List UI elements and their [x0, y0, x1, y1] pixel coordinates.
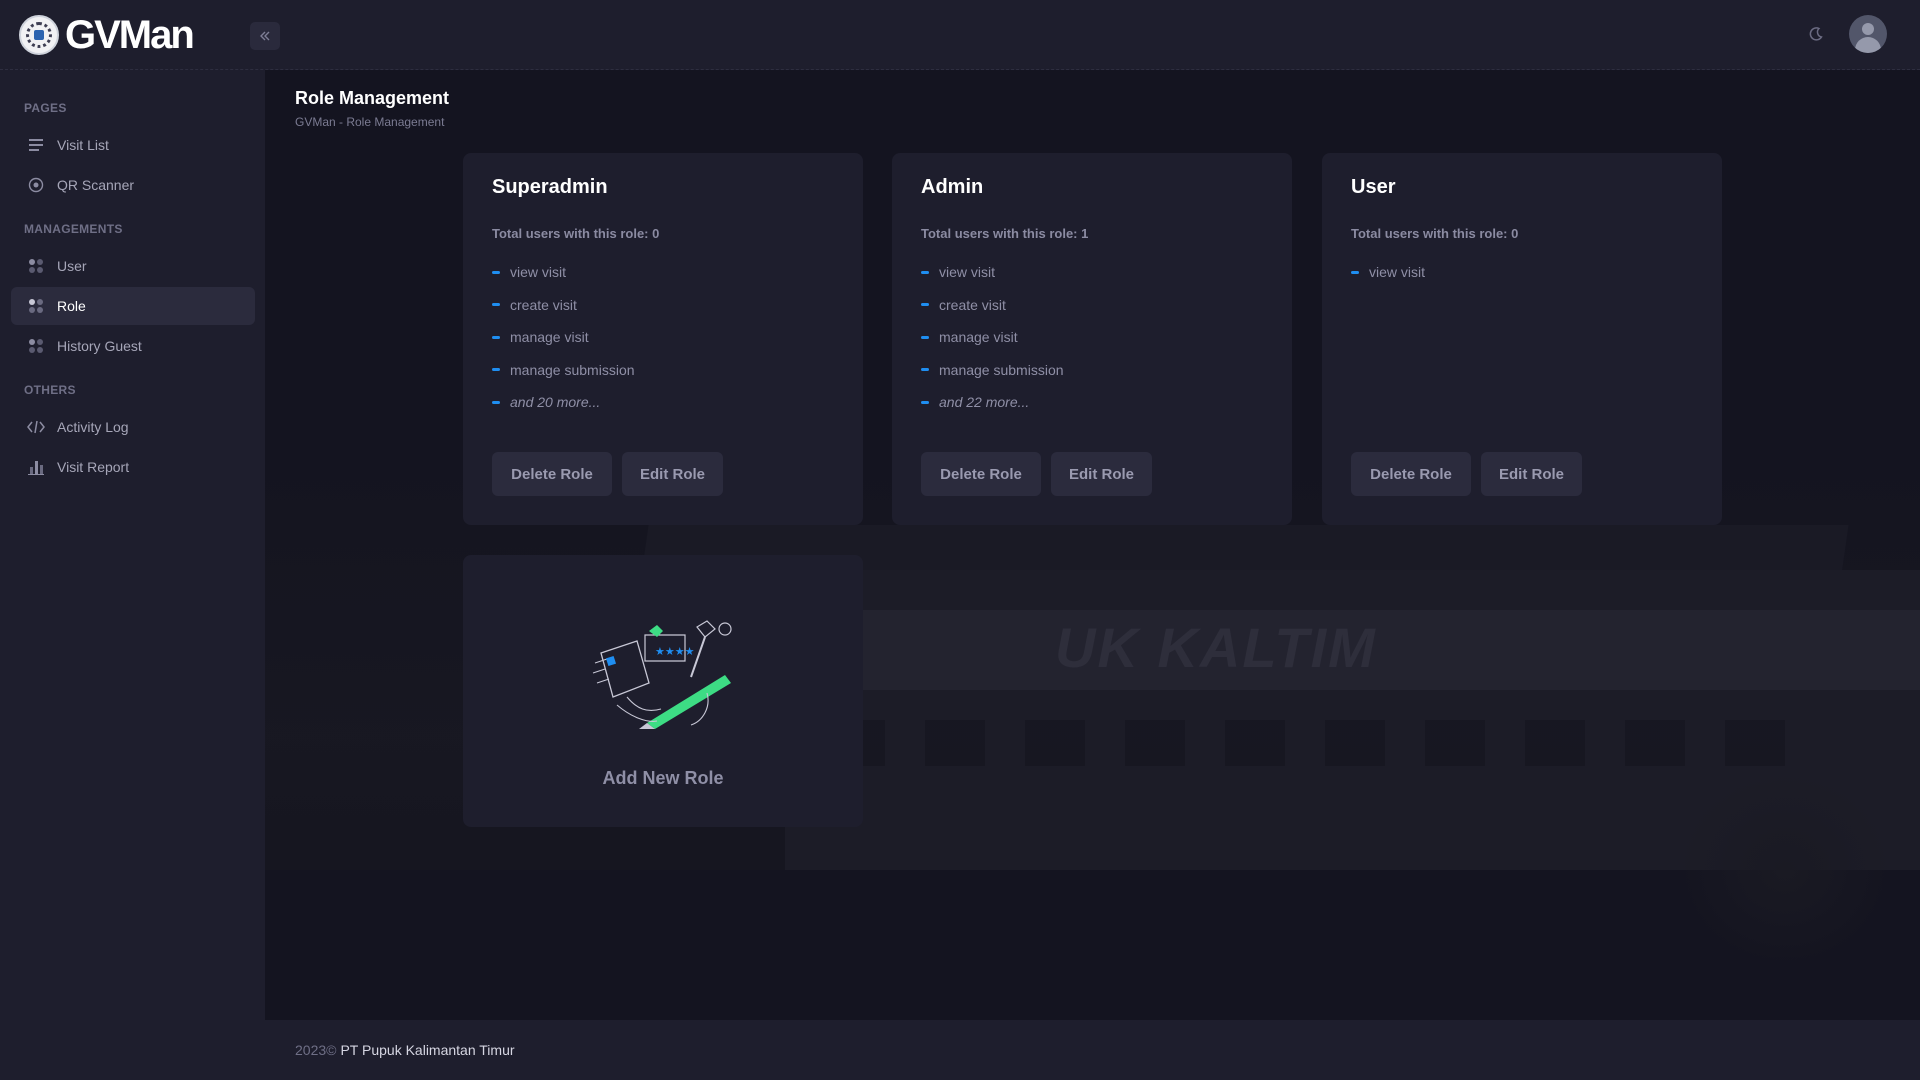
- background-palm: [1675, 770, 1895, 970]
- sidebar-item-label: User: [57, 258, 87, 274]
- permission-item: view visit: [492, 256, 635, 289]
- permission-item: manage submission: [492, 354, 635, 387]
- delete-role-button[interactable]: Delete Role: [1351, 452, 1471, 496]
- delete-role-button[interactable]: Delete Role: [492, 452, 612, 496]
- permission-item: create visit: [921, 289, 1064, 322]
- sidebar-item-label: Activity Log: [57, 419, 129, 435]
- sidebar-section-pages: PAGES: [24, 101, 67, 115]
- sidebar-item-label: Visit List: [57, 137, 109, 153]
- role-user-count: Total users with this role: 0: [1351, 226, 1519, 241]
- grid-dots-icon: [26, 296, 46, 316]
- top-header: GVMan: [0, 0, 1920, 70]
- delete-role-button[interactable]: Delete Role: [921, 452, 1041, 496]
- logo-text: GVMan: [65, 12, 195, 57]
- footer-company-link[interactable]: PT Pupuk Kalimantan Timur: [340, 1042, 514, 1058]
- sidebar-item-visit-list[interactable]: Visit List: [11, 126, 255, 164]
- role-name: Admin: [921, 176, 984, 198]
- sidebar-section-managements: MANAGEMENTS: [24, 222, 123, 236]
- sidebar-item-user[interactable]: User: [11, 247, 255, 285]
- breadcrumb: GVMan - Role Management: [295, 115, 445, 129]
- background-sign-text: UK KALTIM: [1055, 616, 1377, 679]
- role-user-count: Total users with this role: 1: [921, 226, 1089, 241]
- moon-icon: [1809, 27, 1823, 41]
- footer: 2023© PT Pupuk Kalimantan Timur: [265, 1020, 1920, 1080]
- grid-dots-icon: [26, 256, 46, 276]
- sidebar-section-others: OTHERS: [24, 383, 76, 397]
- role-card-user: User Total users with this role: 0 view …: [1322, 153, 1722, 525]
- role-illustration-icon: ★★★★: [592, 620, 732, 729]
- company-emblem-icon: [19, 14, 59, 55]
- permission-list: view visit: [1351, 256, 1425, 289]
- add-new-role-card[interactable]: ★★★★ Add New Role: [463, 555, 863, 827]
- sidebar-item-history-guest[interactable]: History Guest: [11, 327, 255, 365]
- user-avatar-icon[interactable]: [1849, 15, 1887, 53]
- grid-dots-icon: [26, 336, 46, 356]
- role-card-admin: Admin Total users with this role: 1 view…: [892, 153, 1292, 525]
- permission-item: view visit: [1351, 256, 1425, 289]
- page-title: Role Management: [295, 88, 450, 108]
- sidebar-item-label: QR Scanner: [57, 177, 135, 193]
- permission-item: manage visit: [921, 321, 1064, 354]
- permission-list: view visit create visit manage visit man…: [921, 256, 1064, 419]
- code-icon: [26, 417, 46, 437]
- double-chevron-left-icon: [260, 31, 270, 41]
- bar-chart-icon: [26, 457, 46, 477]
- permission-item: manage submission: [921, 354, 1064, 387]
- permission-more: and 20 more...: [492, 386, 635, 419]
- permission-item: create visit: [492, 289, 635, 322]
- sidebar-item-qr-scanner[interactable]: QR Scanner: [11, 166, 255, 204]
- sidebar-item-role[interactable]: Role: [11, 287, 255, 325]
- footer-year: 2023©: [295, 1042, 337, 1058]
- list-icon: [26, 135, 46, 155]
- role-card-superadmin: Superadmin Total users with this role: 0…: [463, 153, 863, 525]
- edit-role-button[interactable]: Edit Role: [1051, 452, 1152, 496]
- role-name: Superadmin: [492, 176, 608, 198]
- background-ground: [265, 870, 1920, 1020]
- edit-role-button[interactable]: Edit Role: [622, 452, 723, 496]
- role-name: User: [1351, 176, 1396, 198]
- sidebar-item-label: Visit Report: [57, 459, 130, 475]
- sidebar-collapse-button[interactable]: [250, 22, 280, 50]
- permission-item: view visit: [921, 256, 1064, 289]
- sidebar-item-label: Role: [57, 298, 86, 314]
- sidebar-item-visit-report[interactable]: Visit Report: [11, 448, 255, 486]
- main-content: UK KALTIM Role Management GVMan - Role M…: [265, 70, 1920, 1020]
- sidebar-item-label: History Guest: [57, 338, 142, 354]
- add-new-role-label: Add New Role: [602, 768, 724, 788]
- permission-more: and 22 more...: [921, 386, 1064, 419]
- permission-list: view visit create visit manage visit man…: [492, 256, 635, 419]
- permission-item: manage visit: [492, 321, 635, 354]
- role-user-count: Total users with this role: 0: [492, 226, 660, 241]
- edit-role-button[interactable]: Edit Role: [1481, 452, 1582, 496]
- sidebar: PAGES Visit List QR Scanner MANAGEMENTS …: [0, 70, 265, 1080]
- sidebar-item-activity-log[interactable]: Activity Log: [11, 408, 255, 446]
- app-logo[interactable]: GVMan: [19, 0, 195, 70]
- scan-icon: [26, 175, 46, 195]
- theme-toggle-button[interactable]: [1804, 22, 1828, 46]
- svg-text:★★★★: ★★★★: [655, 645, 695, 658]
